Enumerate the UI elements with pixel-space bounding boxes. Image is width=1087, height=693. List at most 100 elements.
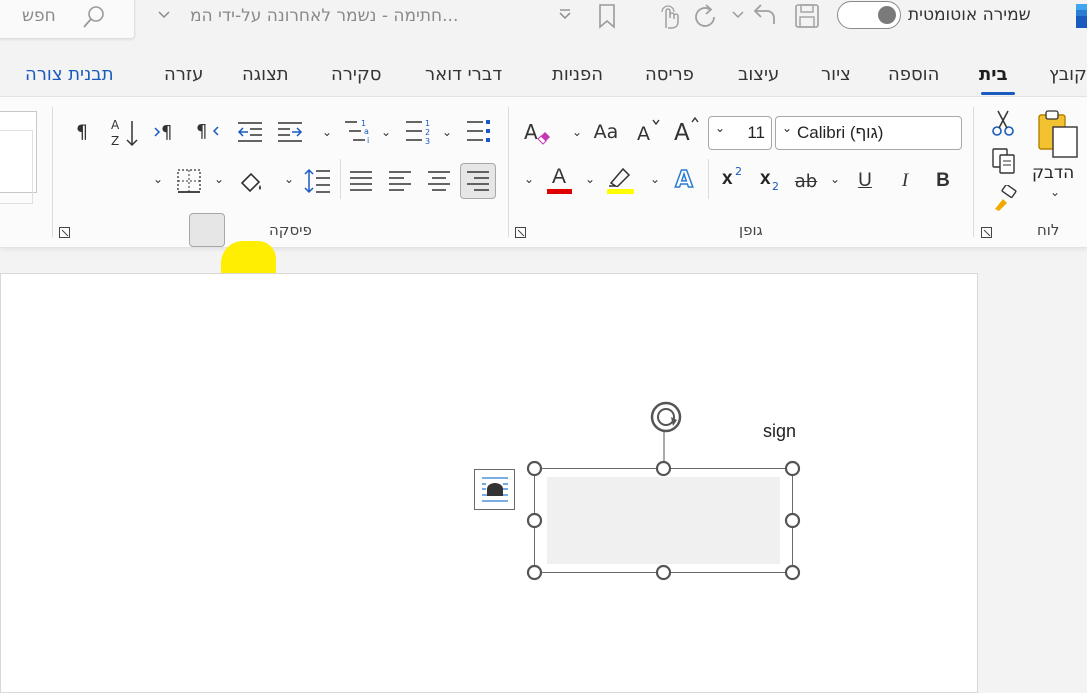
- styles-gallery[interactable]: [0, 111, 37, 204]
- touch-mode-icon[interactable]: [656, 2, 682, 30]
- superscript-button[interactable]: x 2: [720, 165, 748, 195]
- document-title[interactable]: חתימה - נשמר לאחרונה על-ידי המ...: [190, 6, 458, 26]
- align-left-icon[interactable]: [388, 169, 412, 193]
- ribbon-tabs: קובץ בית הוספה ציור עיצוב פריסה הפניות ד…: [0, 44, 1087, 96]
- clipboard-dialog-launcher-icon[interactable]: [981, 227, 992, 238]
- group-separator: [52, 107, 53, 237]
- styles-gallery-item[interactable]: [0, 130, 33, 204]
- redo-icon[interactable]: [692, 3, 720, 31]
- multilevel-list-dropdown[interactable]: ⌄: [322, 125, 332, 139]
- align-center-icon[interactable]: [427, 169, 451, 193]
- tab-file[interactable]: קובץ: [1049, 64, 1087, 85]
- font-dialog-launcher-icon[interactable]: [515, 227, 526, 238]
- format-painter-icon[interactable]: [991, 185, 1019, 213]
- bullets-dropdown[interactable]: ⌄: [442, 125, 452, 139]
- tab-help[interactable]: עזרה: [164, 64, 203, 85]
- rtl-direction-icon: ¶: [196, 121, 219, 142]
- cut-icon[interactable]: [990, 109, 1016, 137]
- active-tab-indicator: [981, 92, 1015, 95]
- font-size-dropdown-icon[interactable]: ⌄: [715, 121, 725, 135]
- borders-icon[interactable]: [176, 168, 202, 194]
- paragraph-group-label: פיסקה: [269, 221, 312, 239]
- decrease-indent-icon[interactable]: [236, 121, 264, 143]
- sort-icon[interactable]: A Z: [110, 117, 140, 149]
- font-color-button[interactable]: A: [547, 165, 573, 195]
- ltr-direction-icon[interactable]: ¶: [154, 119, 180, 145]
- subscript-button[interactable]: x 2: [758, 167, 786, 199]
- tab-review[interactable]: סקירה: [331, 64, 381, 85]
- underline-dropdown[interactable]: ⌄: [830, 172, 840, 186]
- selected-shape[interactable]: [470, 398, 810, 588]
- font-color-dropdown[interactable]: ⌄: [524, 172, 534, 186]
- increase-indent-icon[interactable]: [276, 121, 304, 143]
- paste-icon[interactable]: [1035, 109, 1081, 163]
- svg-text:¶: ¶: [161, 122, 172, 143]
- font-size-combo[interactable]: ⌄ 11: [708, 116, 772, 150]
- subscript-mark: 2: [772, 180, 779, 193]
- paste-dropdown[interactable]: ⌄: [1050, 185, 1060, 199]
- numbering-icon[interactable]: 1 2 3: [404, 119, 432, 145]
- search-input[interactable]: חפש: [22, 6, 56, 26]
- highlight-dropdown[interactable]: ⌄: [585, 172, 595, 186]
- shrink-font-icon[interactable]: A: [636, 115, 664, 147]
- title-bar: חפש חתימה - נשמר לאחרונה על-ידי המ... שמ…: [0, 0, 1087, 44]
- title-dropdown-chevron-icon[interactable]: [158, 10, 170, 20]
- tab-shape-format[interactable]: תבנית צורה: [25, 64, 114, 85]
- subscript-base: x: [760, 168, 771, 189]
- tab-draw[interactable]: ציור: [821, 64, 851, 85]
- line-spacing-icon[interactable]: [304, 168, 332, 194]
- paragraph-dialog-launcher-icon[interactable]: [59, 227, 70, 238]
- shading-dropdown[interactable]: ⌄: [214, 172, 224, 186]
- group-separator: [508, 107, 509, 237]
- paste-label[interactable]: הדבק: [1032, 163, 1074, 183]
- tab-mailings[interactable]: דברי דואר: [425, 64, 502, 85]
- tab-references[interactable]: הפניות: [552, 64, 603, 85]
- borders-dropdown[interactable]: ⌄: [153, 172, 163, 186]
- clear-formatting-icon[interactable]: A: [523, 119, 551, 147]
- bullets-icon[interactable]: [465, 119, 493, 145]
- numbering-dropdown[interactable]: ⌄: [381, 125, 391, 139]
- change-case-button[interactable]: Aa: [590, 117, 622, 147]
- line-spacing-dropdown[interactable]: ⌄: [284, 172, 294, 186]
- svg-text:i: i: [367, 136, 369, 145]
- word-app-icon: [1076, 4, 1087, 28]
- qat-customize-icon[interactable]: [559, 9, 571, 21]
- group-separator: [973, 107, 974, 237]
- clipboard-group-label: לוח: [1037, 221, 1060, 239]
- grow-font-icon[interactable]: A: [673, 113, 703, 147]
- save-icon[interactable]: [794, 3, 820, 29]
- justify-icon[interactable]: [349, 169, 373, 193]
- bold-button[interactable]: B: [930, 167, 956, 195]
- search-box[interactable]: חפש: [0, 0, 135, 39]
- shading-icon[interactable]: [236, 167, 266, 197]
- show-formatting-button[interactable]: ¶: [70, 117, 94, 147]
- rotate-handle: [650, 401, 682, 433]
- multilevel-list-icon[interactable]: 1 a i: [343, 119, 371, 145]
- tab-home[interactable]: בית: [979, 64, 1008, 85]
- undo-icon[interactable]: [750, 2, 778, 30]
- tab-design[interactable]: עיצוב: [738, 64, 779, 85]
- rtl-direction-button[interactable]: [189, 213, 225, 247]
- svg-text:3: 3: [425, 137, 430, 145]
- bookmark-icon[interactable]: [598, 3, 616, 29]
- italic-button[interactable]: I: [892, 167, 918, 195]
- tab-insert[interactable]: הוספה: [888, 64, 939, 85]
- align-right-button[interactable]: [460, 163, 496, 199]
- strikethrough-button[interactable]: ab: [792, 167, 820, 195]
- tab-layout[interactable]: פריסה: [645, 64, 694, 85]
- autosave-toggle[interactable]: [837, 1, 901, 29]
- font-name-combo[interactable]: ⌄ Calibri (גוף): [775, 116, 962, 150]
- font-name-dropdown-icon[interactable]: ⌄: [782, 121, 792, 135]
- undo-dropdown-icon[interactable]: [732, 10, 744, 20]
- font-size-value[interactable]: 11: [747, 123, 765, 143]
- font-name-value[interactable]: Calibri (גוף): [797, 123, 883, 143]
- tab-view[interactable]: תצוגה: [242, 64, 289, 85]
- text-effects-button[interactable]: A: [668, 165, 700, 195]
- change-case-dropdown[interactable]: ⌄: [572, 125, 582, 139]
- highlight-button[interactable]: [607, 165, 635, 195]
- align-right-icon: [467, 171, 489, 191]
- copy-icon[interactable]: [991, 147, 1017, 175]
- row-separator: [708, 159, 709, 199]
- text-effects-dropdown[interactable]: ⌄: [650, 172, 660, 186]
- underline-button[interactable]: U: [852, 167, 878, 195]
